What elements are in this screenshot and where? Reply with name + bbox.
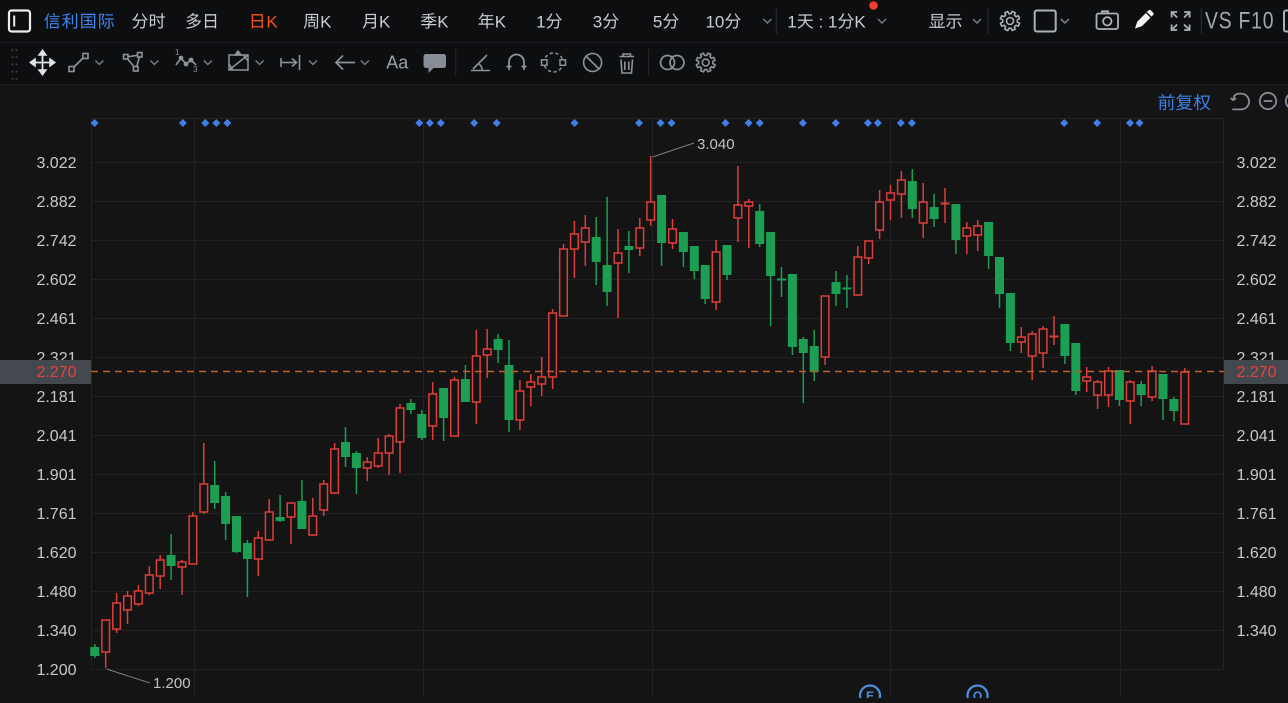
svg-text:1.620: 1.620	[1237, 545, 1277, 562]
svg-text:2.882: 2.882	[36, 194, 76, 211]
svg-text:: 1: : 1	[814, 12, 838, 31]
svg-text:VS F10: VS F10	[1205, 6, 1274, 34]
svg-text:E: E	[866, 689, 874, 698]
svg-text:2.602: 2.602	[1237, 272, 1277, 289]
svg-text:1: 1	[175, 48, 180, 57]
svg-text:2.882: 2.882	[1237, 194, 1277, 211]
svg-text:1.901: 1.901	[36, 467, 76, 484]
svg-text:2.041: 2.041	[1237, 428, 1277, 445]
svg-text:K: K	[854, 12, 866, 31]
svg-text:1.340: 1.340	[36, 623, 76, 640]
svg-text:K: K	[495, 12, 507, 31]
svg-text:3.040: 3.040	[697, 136, 735, 153]
svg-text:2.742: 2.742	[1237, 233, 1277, 250]
svg-text:2.270: 2.270	[36, 364, 76, 381]
svg-text:3.022: 3.022	[36, 155, 76, 172]
svg-text:1.761: 1.761	[36, 506, 76, 523]
svg-text:3: 3	[593, 12, 602, 31]
svg-text:1.620: 1.620	[36, 545, 76, 562]
svg-text:K: K	[266, 12, 278, 31]
svg-text:1.901: 1.901	[1237, 467, 1277, 484]
svg-text:5: 5	[653, 12, 662, 31]
svg-text:1: 1	[787, 12, 796, 31]
svg-text:1.480: 1.480	[1237, 584, 1277, 601]
svg-text:2.461: 2.461	[1237, 311, 1277, 328]
svg-text:K: K	[379, 12, 391, 31]
svg-text:2.602: 2.602	[36, 272, 76, 289]
svg-text:Aa: Aa	[386, 53, 409, 73]
svg-text:3: 3	[193, 65, 198, 74]
svg-text:2.041: 2.041	[36, 428, 76, 445]
svg-text:K: K	[320, 12, 332, 31]
svg-text:10: 10	[705, 12, 724, 31]
svg-text:1.480: 1.480	[36, 584, 76, 601]
svg-text:1.761: 1.761	[1237, 506, 1277, 523]
svg-text:2.270: 2.270	[1237, 364, 1277, 381]
svg-text:1.200: 1.200	[153, 675, 191, 692]
svg-text:2.181: 2.181	[36, 389, 76, 406]
svg-text:Q: Q	[973, 689, 982, 698]
svg-text:1.340: 1.340	[1237, 623, 1277, 640]
svg-text:K: K	[437, 12, 449, 31]
svg-text:1: 1	[536, 12, 545, 31]
svg-text:1.200: 1.200	[36, 662, 76, 679]
svg-text:2.181: 2.181	[1237, 389, 1277, 406]
svg-text:3.022: 3.022	[1237, 155, 1277, 172]
svg-text:2.461: 2.461	[36, 311, 76, 328]
svg-text:2.742: 2.742	[36, 233, 76, 250]
